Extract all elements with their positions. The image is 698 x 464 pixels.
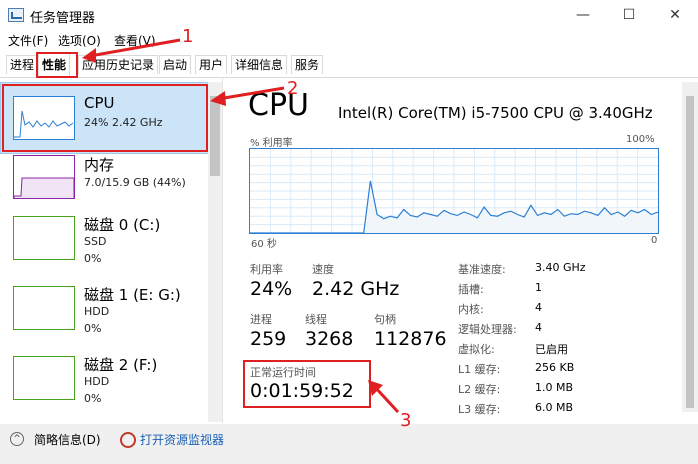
- annotation-label-2: 2: [287, 78, 299, 99]
- annotation-arrows: [82, 38, 400, 414]
- annotation-label-1: 1: [182, 26, 194, 47]
- annotation-label-3: 3: [400, 410, 412, 431]
